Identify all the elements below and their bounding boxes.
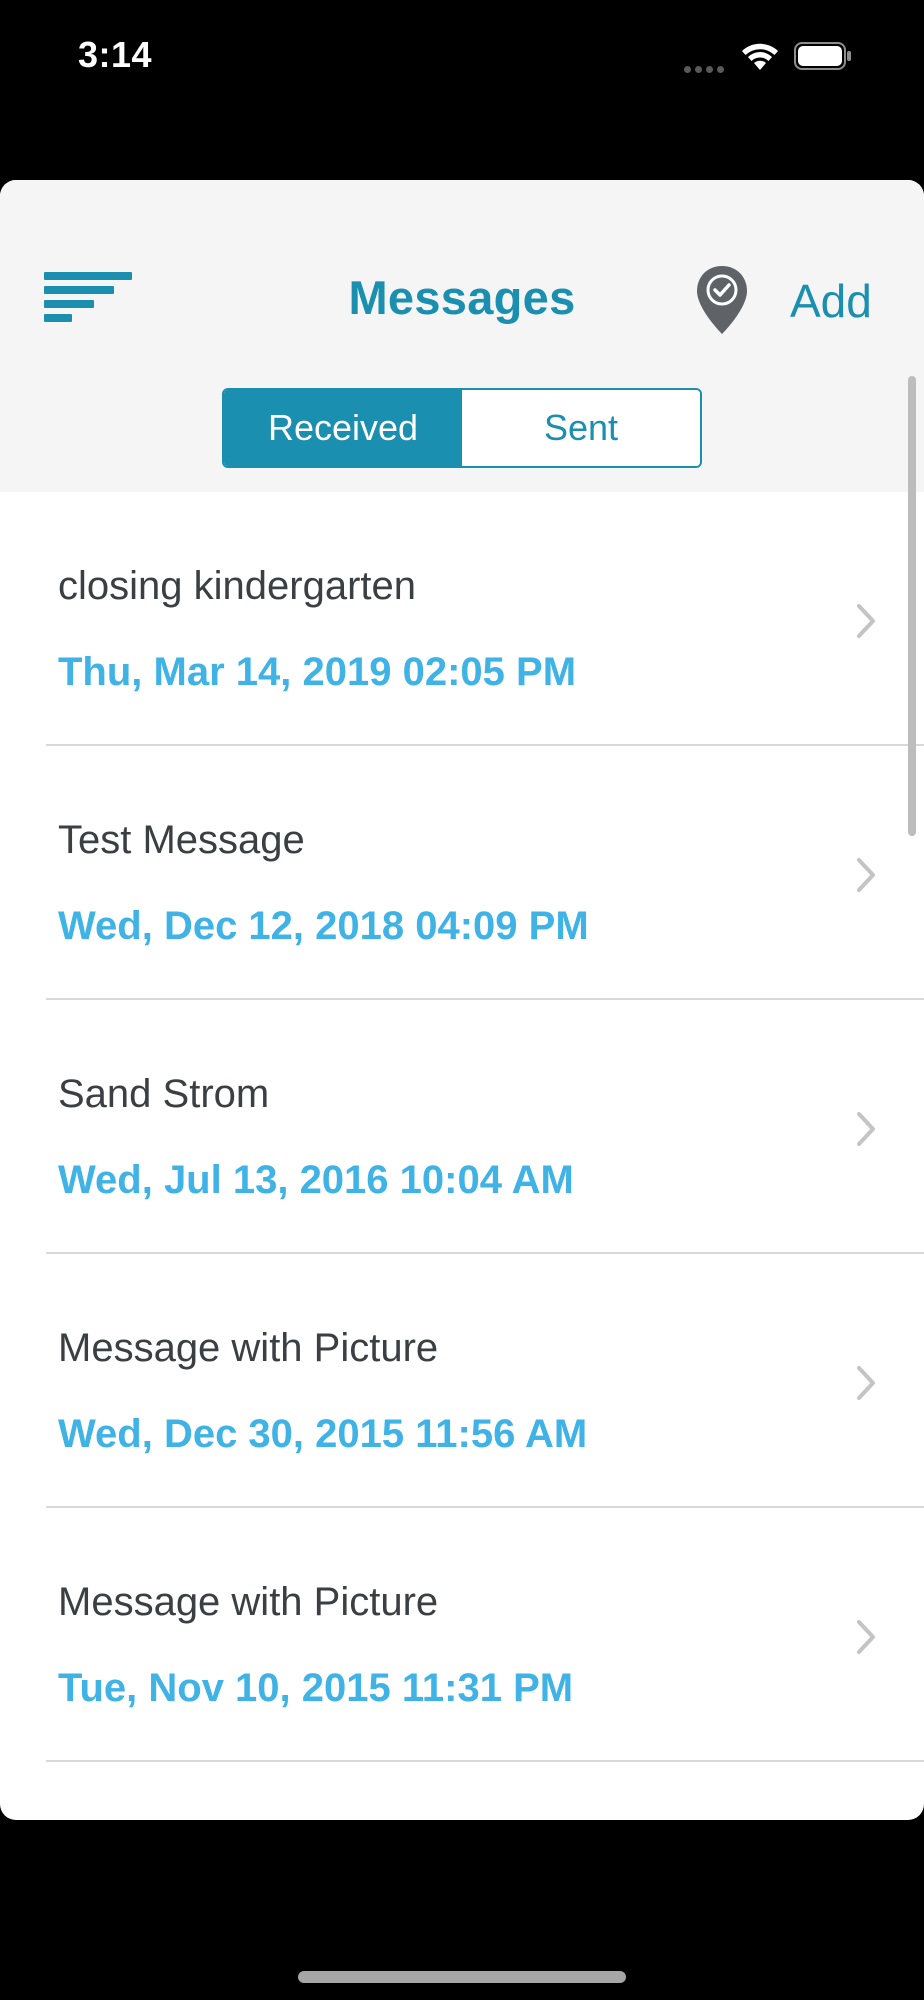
message-row[interactable]: closing kindergarten Thu, Mar 14, 2019 0… <box>0 492 924 746</box>
message-title: Message with Picture <box>58 1580 439 1624</box>
message-list: closing kindergarten Thu, Mar 14, 2019 0… <box>0 492 924 1762</box>
segment-area: Received Sent <box>0 366 924 492</box>
message-title: Sand Strom <box>58 1072 270 1116</box>
battery-icon <box>794 42 851 70</box>
message-date: Wed, Dec 12, 2018 04:09 PM <box>58 904 589 948</box>
home-indicator[interactable] <box>298 1971 626 1983</box>
message-date: Wed, Dec 30, 2015 11:56 AM <box>58 1412 588 1456</box>
message-date: Tue, Nov 10, 2015 11:31 PM <box>58 1666 574 1710</box>
message-date: Thu, Mar 14, 2019 02:05 PM <box>58 650 577 694</box>
scrollbar[interactable] <box>908 376 916 836</box>
chevron-right-icon <box>857 1620 875 1654</box>
chevron-right-icon <box>857 1112 875 1146</box>
status-bar: 3:14 <box>0 0 924 110</box>
message-filter-segmented-control: Received Sent <box>222 388 702 468</box>
add-button[interactable]: Add <box>790 274 872 328</box>
status-time: 3:14 <box>78 34 153 75</box>
page-title: Messages <box>348 271 576 324</box>
status-icons <box>684 38 884 73</box>
navigation-bar: Messages Add <box>0 180 924 367</box>
tab-received[interactable]: Received <box>224 390 462 466</box>
message-title: closing kindergarten <box>58 564 416 608</box>
wifi-icon <box>742 43 778 70</box>
chevron-right-icon <box>857 604 875 638</box>
messages-screen: Messages Add Received Sent closing kinde… <box>0 180 924 1820</box>
row-divider <box>46 1760 924 1762</box>
cellular-signal-icon <box>684 60 728 73</box>
chevron-right-icon <box>857 1366 875 1400</box>
chevron-right-icon <box>857 858 875 892</box>
message-row[interactable]: Sand Strom Wed, Jul 13, 2016 10:04 AM <box>0 1000 924 1254</box>
message-date: Wed, Jul 13, 2016 10:04 AM <box>58 1158 574 1202</box>
message-title: Message with Picture <box>58 1326 439 1370</box>
message-row[interactable]: Message with Picture Wed, Dec 30, 2015 1… <box>0 1254 924 1508</box>
tab-sent[interactable]: Sent <box>462 390 700 466</box>
message-row[interactable]: Message with Picture Tue, Nov 10, 2015 1… <box>0 1508 924 1762</box>
message-row[interactable]: Test Message Wed, Dec 12, 2018 04:09 PM <box>0 746 924 1000</box>
location-check-icon[interactable] <box>694 264 750 336</box>
message-title: Test Message <box>58 818 305 862</box>
